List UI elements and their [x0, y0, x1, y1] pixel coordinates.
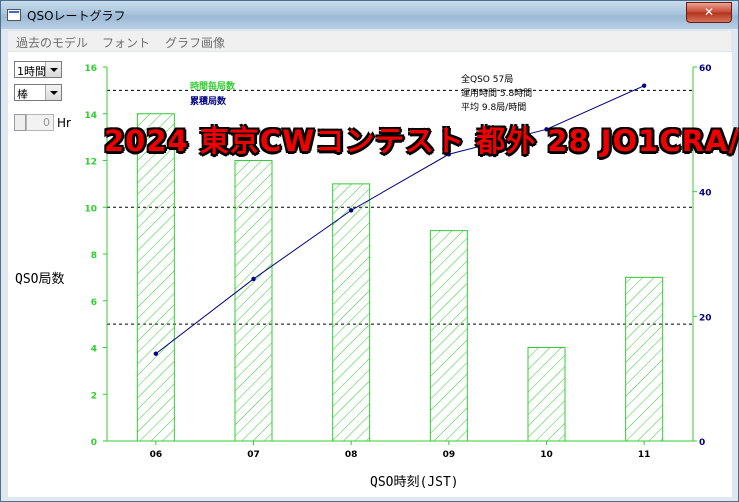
y-tick-label: 6: [91, 298, 97, 308]
cumulative-point: [348, 208, 354, 213]
menu-past-model[interactable]: 過去のモデル: [16, 34, 88, 51]
x-tick-label: 11: [638, 450, 651, 460]
x-tick-label: 10: [540, 450, 553, 460]
y-tick-label: 16: [84, 64, 97, 74]
cumulative-point: [251, 276, 256, 282]
stats-line: 運用時間 5.8時間: [461, 88, 532, 99]
cumulative-point: [641, 83, 647, 88]
y-tick-label: 4: [91, 345, 97, 355]
y-tick-label: 8: [91, 251, 97, 261]
menu-graph-image[interactable]: グラフ画像: [165, 34, 225, 51]
menu-font[interactable]: フォント: [102, 34, 150, 51]
cumulative-point: [153, 351, 159, 356]
y2-tick-label: 60: [699, 64, 712, 74]
close-button[interactable]: ✕: [686, 2, 732, 23]
contest-banner: 2024 東京CWコンテスト 都外 28 JO1CRA/1: [104, 124, 739, 158]
chart-area: 1時間 棒 0 Hr QSO局数 QSO時刻(JST) 0 2 4 6 8 10 12 14 1…: [8, 52, 739, 497]
app-icon: [7, 9, 21, 21]
x-tick-label: 08: [345, 450, 358, 460]
y-tick-label: 14: [84, 111, 97, 121]
x-tick-label: 09: [443, 450, 456, 460]
y-tick-label: 12: [84, 158, 97, 168]
bar: [429, 230, 468, 442]
bar: [625, 276, 664, 442]
bar: [527, 347, 566, 442]
qso-rate-window: QSOレートグラフ ✕ 過去のモデル フォント グラフ画像 1時間 棒 0 Hr…: [0, 0, 739, 502]
bar: [332, 183, 371, 442]
bar: [136, 113, 175, 442]
y2-tick-label: 40: [699, 189, 712, 199]
stats-line: 全QSO 57局: [461, 73, 513, 85]
y2-tick-label: 20: [699, 313, 712, 323]
y2-tick-label: 0: [699, 438, 705, 448]
title-bar[interactable]: QSOレートグラフ ✕: [1, 1, 738, 29]
stats-line: 平均 9.8局/時間: [461, 101, 526, 113]
y-tick-label: 0: [91, 438, 97, 448]
bar: [234, 160, 273, 442]
window-title: QSOレートグラフ: [27, 9, 126, 23]
legend-cumulative: 累積局数: [190, 95, 227, 107]
y-tick-label: 10: [84, 204, 97, 214]
x-tick-label: 07: [247, 450, 260, 460]
menu-bar: 過去のモデル フォント グラフ画像: [8, 31, 731, 51]
x-tick-label: 06: [150, 450, 163, 460]
legend-hourly: 時間毎局数: [190, 80, 236, 92]
y-tick-label: 2: [91, 391, 97, 401]
